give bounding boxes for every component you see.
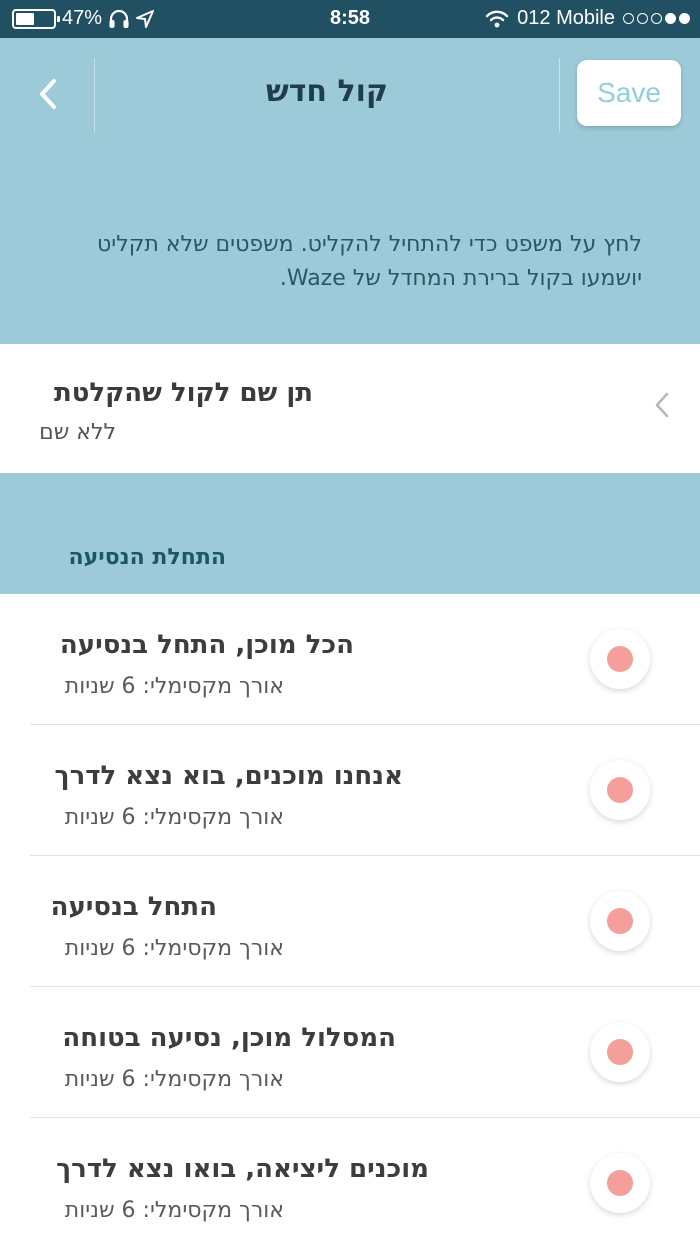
instructions-text: לחץ על משפט כדי להתחיל להקליט. משפטים של…	[97, 232, 642, 291]
record-dot-icon	[607, 1039, 633, 1065]
phrase-title: הכל מוכן, התחל בנסיעה	[59, 630, 354, 660]
phrase-title: המסלול מוכן, נסיעה בטוחה	[62, 1023, 396, 1053]
chevron-left-icon	[40, 79, 56, 109]
record-button[interactable]	[590, 891, 650, 951]
record-button[interactable]	[590, 1022, 650, 1082]
record-dot-icon	[607, 646, 633, 672]
record-dot-icon	[607, 777, 633, 803]
voice-name-value: ללא שם	[39, 420, 116, 445]
save-button[interactable]: Save	[577, 60, 681, 126]
back-button[interactable]	[26, 72, 70, 116]
record-dot-icon	[607, 908, 633, 934]
instructions-banner: לחץ על משפט כדי להתחיל להקליט. משפטים של…	[0, 150, 700, 344]
list-item[interactable]: הכל מוכן, התחל בנסיעה אורך מקסימלי: 6 שנ…	[0, 594, 700, 725]
nav-divider	[559, 58, 560, 132]
record-button[interactable]	[590, 760, 650, 820]
phrase-title: אנחנו מוכנים, בוא נצא לדרך	[54, 761, 403, 791]
phrase-max-length: אורך מקסימלי: 6 שניות	[64, 936, 284, 961]
navigation-bar: קול חדש Save	[0, 38, 700, 150]
signal-dots-icon	[623, 13, 690, 24]
phrase-max-length: אורך מקסימלי: 6 שניות	[64, 1198, 284, 1223]
phrase-max-length: אורך מקסימלי: 6 שניות	[64, 805, 284, 830]
list-item[interactable]: המסלול מוכן, נסיעה בטוחה אורך מקסימלי: 6…	[0, 987, 700, 1118]
phrase-title: מוכנים ליציאה, בואו נצא לדרך	[56, 1154, 429, 1184]
section-title: התחלת הנסיעה	[68, 545, 226, 570]
phrase-max-length: אורך מקסימלי: 6 שניות	[64, 674, 284, 699]
chevron-left-icon	[655, 392, 669, 418]
page-title: קול חדש	[266, 74, 388, 109]
wifi-icon	[485, 10, 509, 27]
phrase-max-length: אורך מקסימלי: 6 שניות	[64, 1067, 284, 1092]
list-item[interactable]: אנחנו מוכנים, בוא נצא לדרך אורך מקסימלי:…	[0, 725, 700, 856]
status-bar-right: 012 Mobile	[485, 7, 690, 30]
voice-name-title: תן שם לקול שהקלטת	[53, 378, 313, 408]
record-dot-icon	[607, 1170, 633, 1196]
status-bar: 47% 8:58 012 Mobile	[0, 0, 700, 38]
record-button[interactable]	[590, 629, 650, 689]
phrase-list: הכל מוכן, התחל בנסיעה אורך מקסימלי: 6 שנ…	[0, 594, 700, 1245]
carrier-name: 012 Mobile	[517, 7, 615, 29]
record-button[interactable]	[590, 1153, 650, 1213]
list-item[interactable]: התחל בנסיעה אורך מקסימלי: 6 שניות	[0, 856, 700, 987]
voice-name-row[interactable]: תן שם לקול שהקלטת ללא שם	[0, 344, 700, 473]
list-item[interactable]: מוכנים ליציאה, בואו נצא לדרך אורך מקסימל…	[0, 1118, 700, 1245]
phrase-title: התחל בנסיעה	[50, 892, 217, 922]
section-header: התחלת הנסיעה	[0, 473, 700, 594]
